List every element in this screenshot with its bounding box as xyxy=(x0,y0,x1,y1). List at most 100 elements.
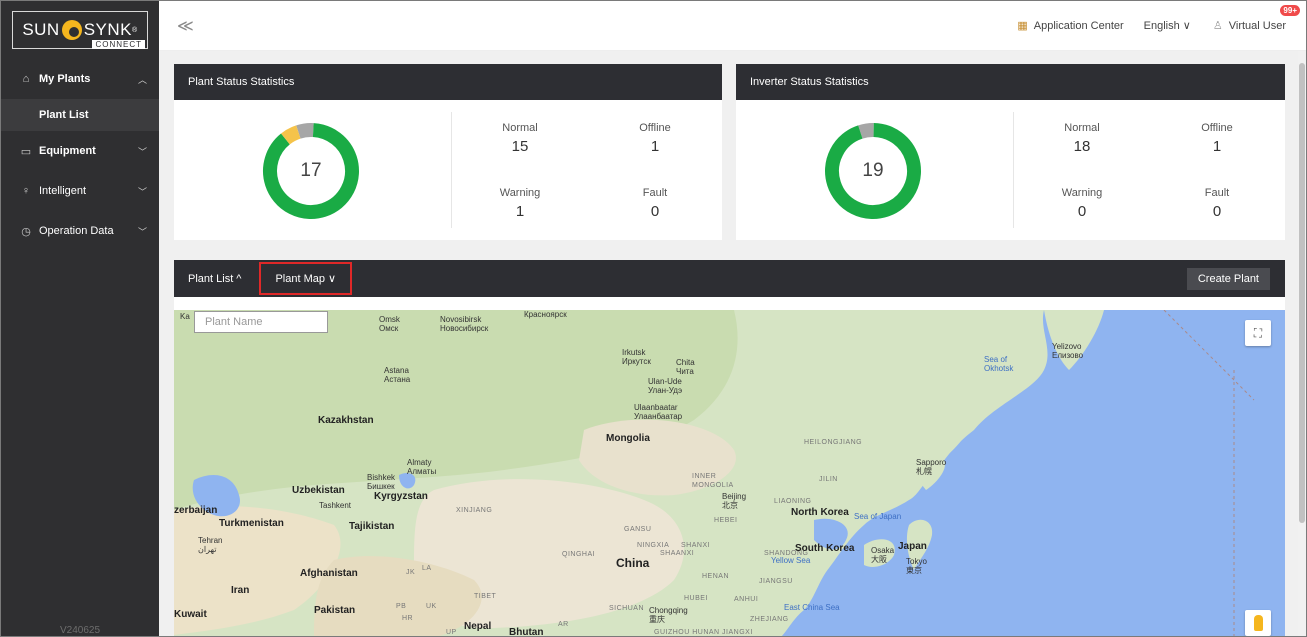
user-menu[interactable]: ♙ Virtual User 99+ xyxy=(1213,5,1300,32)
map-label: JK xyxy=(406,569,416,576)
divider xyxy=(1013,112,1014,228)
map-label: China xyxy=(616,556,650,570)
stat-value: 18 xyxy=(1073,138,1091,155)
stat-label: Normal xyxy=(1064,122,1100,134)
collapse-sidebar-button[interactable]: ≪ xyxy=(177,16,194,36)
plant-fault-stat: Fault 0 xyxy=(605,187,705,220)
map-label: PB xyxy=(396,603,407,610)
stat-value: 1 xyxy=(1212,138,1222,155)
stat-value: 0 xyxy=(1212,203,1222,220)
application-center-label: Application Center xyxy=(1033,19,1124,32)
map-label: LIAONING xyxy=(774,498,812,505)
brand-right: SYNK xyxy=(83,20,133,39)
scrollbar-thumb[interactable] xyxy=(1299,63,1305,523)
map-label: Ulaanbaatar Улаанбаатар xyxy=(634,403,683,421)
map-label: Novosibirsk Новосибирск xyxy=(440,315,489,333)
plant-total: 17 xyxy=(300,160,322,181)
stat-label: Normal xyxy=(502,122,538,134)
map-label: GUIZHOU HUNAN JIANGXI xyxy=(654,629,753,636)
inverter-normal-stat: Normal 18 xyxy=(1032,122,1132,155)
map-label: INNER MONGOLIA xyxy=(692,473,734,489)
plant-normal-stat: Normal 15 xyxy=(470,122,570,155)
equipment-icon: ▭ xyxy=(20,145,32,158)
main-content: Plant Status Statistics 17 Normal 15 Off… xyxy=(159,51,1306,636)
map-label: AR xyxy=(558,621,569,628)
notification-badge[interactable]: 99+ xyxy=(1280,5,1300,16)
sidebar-item-label: Intelligent xyxy=(39,185,87,197)
plant-warning-stat: Warning 1 xyxy=(470,187,570,220)
map-label: HUBEI xyxy=(684,595,708,602)
stat-label: Fault xyxy=(642,187,668,199)
map-label: zerbaijan xyxy=(174,505,218,516)
map-spacer xyxy=(174,297,1285,310)
map-label: Sea of Japan xyxy=(854,512,902,521)
map-label: Kuwait xyxy=(174,609,207,620)
brand-sub: CONNECT xyxy=(92,40,145,49)
map-label: Tajikistan xyxy=(349,521,395,532)
map-label: GANSU xyxy=(624,526,652,533)
map-label: Tehran تهران xyxy=(198,536,223,554)
map-label: SHAANXI xyxy=(660,550,695,557)
map-label: Chita Чита xyxy=(676,358,695,376)
map-label: Красноярск xyxy=(524,310,567,319)
map-label: East China Sea xyxy=(784,603,840,612)
sidebar-item-intelligent[interactable]: ♀ Intelligent ﹀ xyxy=(1,171,159,211)
map-label: Nepal xyxy=(464,621,492,632)
plant-status-card: Plant Status Statistics 17 Normal 15 Off… xyxy=(174,64,722,240)
stat-label: Fault xyxy=(1204,187,1230,199)
sidebar-item-my-plants[interactable]: ⌂ My Plants ︿ xyxy=(1,59,159,99)
map-label: Osaka 大阪 xyxy=(871,546,895,564)
map-label: Uzbekistan xyxy=(292,485,345,496)
map-label: HEILONGJIANG xyxy=(804,439,863,446)
clock-icon: ◷ xyxy=(21,225,31,238)
map-label: LA xyxy=(422,565,432,572)
fullscreen-icon[interactable]: ⛶ xyxy=(1245,320,1271,346)
stat-label: Warning xyxy=(1061,187,1103,199)
sidebar-item-label: Equipment xyxy=(39,145,96,157)
sidebar-item-operation-data[interactable]: ◷ Operation Data ﹀ xyxy=(1,211,159,251)
map-label: TIBET xyxy=(474,593,497,600)
map-label: XINJIANG xyxy=(456,507,493,514)
map-label: Mongolia xyxy=(606,433,650,444)
map-label: Almaty Алматы xyxy=(407,458,437,476)
stat-value: 1 xyxy=(515,203,525,220)
sidebar-item-label: My Plants xyxy=(39,73,91,85)
tab-plant-map[interactable]: Plant Map ∨ xyxy=(259,262,353,295)
sun-logo-icon xyxy=(61,20,82,40)
plant-map[interactable]: Plant Name ⛶ Ka Omsk Омск Novosibirsk Но… xyxy=(174,310,1285,636)
sunsynk-logo[interactable]: SUN SYNK ® CONNECT xyxy=(12,11,148,49)
sidebar-item-equipment[interactable]: ▭ Equipment ﹀ xyxy=(1,131,159,171)
map-label: HEBEI xyxy=(714,517,738,524)
user-name: Virtual User xyxy=(1228,19,1286,32)
language-select[interactable]: English ∨ xyxy=(1144,19,1191,32)
create-plant-button[interactable]: Create Plant xyxy=(1186,268,1270,290)
application-center-link[interactable]: ▦ Application Center xyxy=(1017,19,1124,33)
plant-panel: Plant List ^ Plant Map ∨ Create Plant Pl… xyxy=(174,260,1285,636)
sidebar-item-plant-list[interactable]: Plant List xyxy=(1,99,159,131)
street-view-pegman-icon[interactable] xyxy=(1245,610,1271,636)
map-label: Yelizovo Елизово xyxy=(1052,342,1084,360)
app-window: SUN SYNK ® CONNECT ⌂ My Plants ︿ Plant L… xyxy=(0,0,1307,637)
map-label: Ka xyxy=(180,312,190,321)
version-label: V240625 xyxy=(59,625,101,636)
sidebar-item-label: Operation Data xyxy=(39,225,114,237)
map-label: Bishkek Бишкек xyxy=(367,473,396,491)
top-right-menu: ▦ Application Center English ∨ ♙ Virtual… xyxy=(1017,5,1300,33)
plant-panel-header: Plant List ^ Plant Map ∨ Create Plant xyxy=(174,260,1285,297)
map-label: Yellow Sea xyxy=(771,556,811,565)
grid-icon: ▦ xyxy=(1017,20,1028,32)
map-label: Afghanistan xyxy=(300,568,358,579)
map-label: Iran xyxy=(231,585,250,596)
plant-name-search-input[interactable]: Plant Name xyxy=(194,311,328,333)
brand-tm: ® xyxy=(132,26,138,34)
sidebar: SUN SYNK ® CONNECT ⌂ My Plants ︿ Plant L… xyxy=(1,1,159,636)
map-label: Ulan-Ude Улан-Удэ xyxy=(648,377,683,395)
map-label: JILIN xyxy=(819,476,838,483)
map-label: Pakistan xyxy=(314,605,356,616)
chevron-down-icon: ∨ xyxy=(1182,20,1191,32)
tab-plant-list[interactable]: Plant List ^ xyxy=(188,273,241,285)
page-scrollbar[interactable] xyxy=(1298,51,1306,636)
map-label: Chongqing 重庆 xyxy=(649,606,688,624)
inverter-status-card: Inverter Status Statistics 19 Normal 18 … xyxy=(736,64,1285,240)
map-label: HENAN xyxy=(702,573,730,580)
